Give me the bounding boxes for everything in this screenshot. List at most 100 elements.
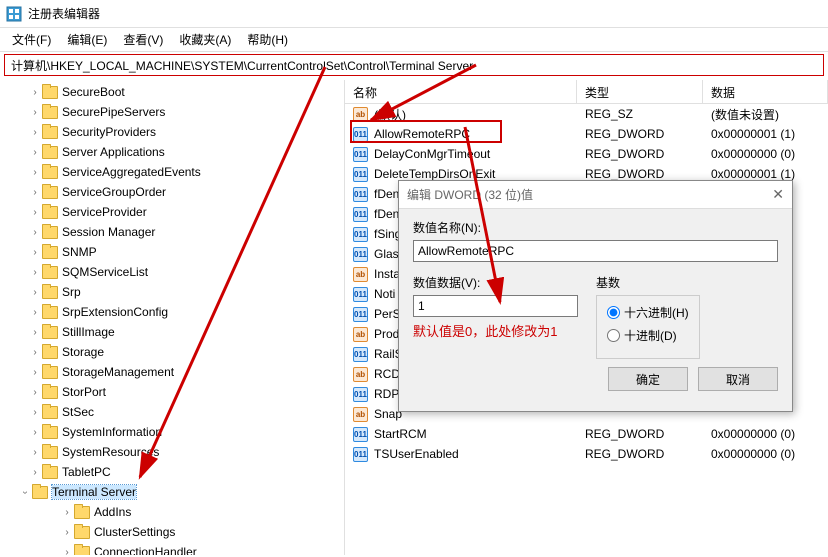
value-name: (默认): [374, 106, 406, 123]
menu-file[interactable]: 文件(F): [4, 28, 59, 51]
value-type: REG_DWORD: [577, 147, 703, 161]
col-data[interactable]: 数据: [703, 80, 828, 103]
cancel-button[interactable]: 取消: [698, 367, 778, 391]
dialog-titlebar: 编辑 DWORD (32 位)值 ✕: [399, 181, 792, 209]
value-name-input[interactable]: [413, 240, 778, 262]
tree-item-label: Srp: [62, 285, 81, 299]
tree-item[interactable]: › AddIns: [0, 502, 344, 522]
address-bar[interactable]: 计算机\HKEY_LOCAL_MACHINE\SYSTEM\CurrentCon…: [4, 54, 824, 76]
menu-view[interactable]: 查看(V): [115, 28, 171, 51]
menu-edit[interactable]: 编辑(E): [59, 28, 115, 51]
value-name: Prod: [374, 327, 399, 341]
chevron-right-icon: ›: [28, 447, 42, 458]
chevron-right-icon: ›: [28, 127, 42, 138]
value-string-icon: ab: [353, 327, 368, 342]
chevron-right-icon: ›: [28, 247, 42, 258]
tree-item[interactable]: ›Storage: [0, 342, 344, 362]
value-name: RCD: [374, 367, 400, 381]
radix-hex-radio[interactable]: [607, 306, 620, 319]
regedit-icon: [6, 6, 22, 22]
value-binary-icon: 011: [353, 227, 368, 242]
tree-panel[interactable]: ›SecureBoot›SecurePipeServers›SecurityPr…: [0, 80, 345, 555]
tree-item[interactable]: ›SrpExtensionConfig: [0, 302, 344, 322]
menu-favorites[interactable]: 收藏夹(A): [171, 28, 239, 51]
chevron-right-icon: ›: [28, 187, 42, 198]
tree-item[interactable]: › Session Manager: [0, 222, 344, 242]
list-row[interactable]: 011AllowRemoteRPCREG_DWORD0x00000001 (1): [345, 124, 828, 144]
value-string-icon: ab: [353, 407, 368, 422]
tree-item[interactable]: ›Srp: [0, 282, 344, 302]
value-name-label: 数值名称(N):: [413, 219, 778, 236]
value-data: (数值未设置): [703, 106, 828, 123]
value-name: Noti: [374, 287, 395, 301]
chevron-right-icon: ›: [28, 87, 42, 98]
tree-item-label: Terminal Server: [52, 485, 136, 499]
tree-item[interactable]: ›SecurityProviders: [0, 122, 344, 142]
list-row[interactable]: 011TSUserEnabledREG_DWORD0x00000000 (0): [345, 444, 828, 464]
chevron-right-icon: ›: [28, 167, 42, 178]
value-binary-icon: 011: [353, 307, 368, 322]
value-name: AllowRemoteRPC: [374, 127, 470, 141]
tree-item[interactable]: ›StorageManagement: [0, 362, 344, 382]
tree-item[interactable]: ›Server Applications: [0, 142, 344, 162]
col-type[interactable]: 类型: [577, 80, 703, 103]
tree-item[interactable]: ›StillImage: [0, 322, 344, 342]
chevron-right-icon: ›: [28, 387, 42, 398]
tree-item[interactable]: ›StSec: [0, 402, 344, 422]
tree-item[interactable]: ›SecureBoot: [0, 82, 344, 102]
tree-item-label: Session Manager: [62, 225, 155, 239]
tree-item[interactable]: ›ServiceProvider: [0, 202, 344, 222]
ok-button[interactable]: 确定: [608, 367, 688, 391]
tree-item[interactable]: ›SystemInformation: [0, 422, 344, 442]
tree-item[interactable]: ›ConnectionHandler: [0, 542, 344, 555]
list-row[interactable]: 011StartRCMREG_DWORD0x00000000 (0): [345, 424, 828, 444]
value-binary-icon: 011: [353, 187, 368, 202]
tree-item-label: StorPort: [62, 385, 106, 399]
tree-item[interactable]: ›SNMP: [0, 242, 344, 262]
value-data: 0x00000001 (1): [703, 167, 828, 181]
radix-dec-radio[interactable]: [607, 329, 620, 342]
tree-item-label: SQMServiceList: [62, 265, 148, 279]
tree-item-label: ServiceGroupOrder: [62, 185, 166, 199]
tree-item[interactable]: › StorPort: [0, 382, 344, 402]
menu-help[interactable]: 帮助(H): [239, 28, 296, 51]
value-data-input[interactable]: [413, 295, 578, 317]
value-name: fDen: [374, 187, 399, 201]
tree-item[interactable]: ›TabletPC: [0, 462, 344, 482]
tree-item-label: AddIns: [94, 505, 131, 519]
folder-icon: [74, 526, 90, 539]
tree-item-label: ServiceProvider: [62, 205, 147, 219]
folder-icon: [42, 466, 58, 479]
chevron-right-icon: ›: [28, 227, 42, 238]
folder-icon: [42, 386, 58, 399]
value-binary-icon: 011: [353, 207, 368, 222]
close-icon[interactable]: ✕: [772, 186, 784, 203]
tree-item-terminal-server[interactable]: › Terminal Server: [0, 482, 344, 502]
tree-item[interactable]: ›ServiceAggregatedEvents: [0, 162, 344, 182]
value-type: REG_DWORD: [577, 447, 703, 461]
folder-icon: [42, 246, 58, 259]
tree-item[interactable]: ›SecurePipeServers: [0, 102, 344, 122]
chevron-right-icon: ›: [28, 107, 42, 118]
tree-item-label: ConnectionHandler: [94, 545, 197, 555]
list-header: 名称 类型 数据: [345, 80, 828, 104]
list-row[interactable]: 011DelayConMgrTimeoutREG_DWORD0x00000000…: [345, 144, 828, 164]
folder-icon: [42, 306, 58, 319]
chevron-right-icon: ›: [60, 507, 74, 518]
list-row[interactable]: ab(默认)REG_SZ(数值未设置): [345, 104, 828, 124]
window-title: 注册表编辑器: [28, 5, 100, 22]
value-string-icon: ab: [353, 267, 368, 282]
folder-icon: [42, 266, 58, 279]
path-text: 计算机\HKEY_LOCAL_MACHINE\SYSTEM\CurrentCon…: [11, 57, 473, 74]
col-name[interactable]: 名称: [345, 80, 577, 103]
folder-icon: [42, 346, 58, 359]
folder-icon: [42, 86, 58, 99]
value-binary-icon: 011: [353, 247, 368, 262]
folder-icon: [74, 506, 90, 519]
tree-item[interactable]: ›SystemResources: [0, 442, 344, 462]
chevron-down-icon: ›: [20, 485, 31, 499]
tree-item[interactable]: › ServiceGroupOrder: [0, 182, 344, 202]
chevron-right-icon: ›: [28, 367, 42, 378]
tree-item[interactable]: ›SQMServiceList: [0, 262, 344, 282]
tree-item[interactable]: ›ClusterSettings: [0, 522, 344, 542]
